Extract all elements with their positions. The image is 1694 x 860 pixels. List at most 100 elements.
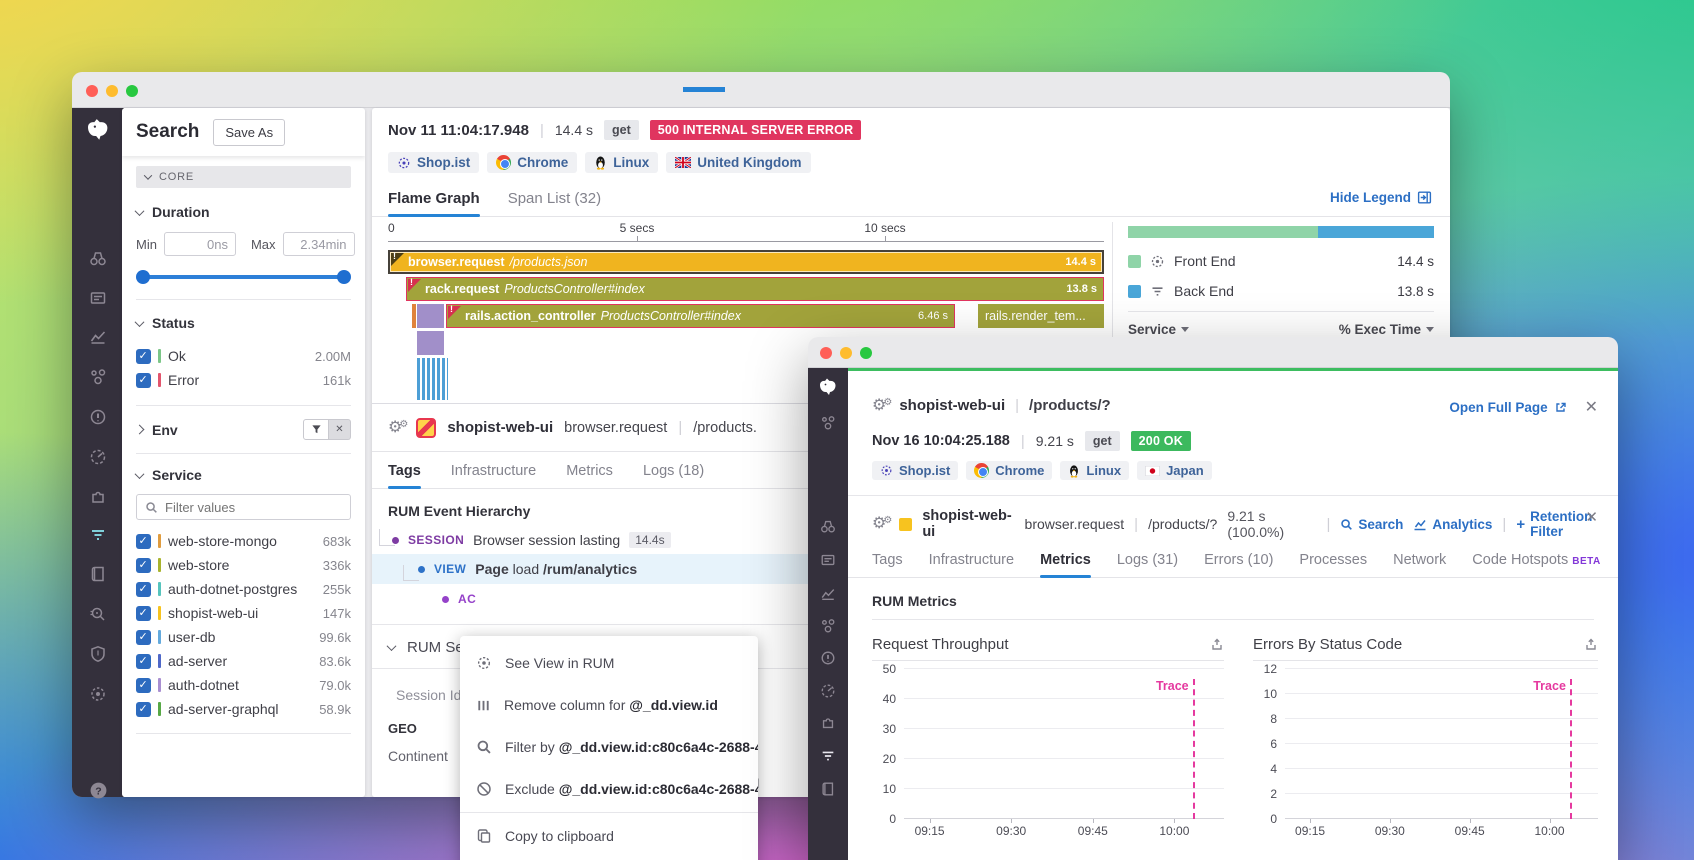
span-bar-action-controller[interactable]: ! rails.action_controller ProductsContro… [446,304,955,328]
security-shield-icon[interactable] [87,643,109,665]
span-bar-purple[interactable] [417,331,444,355]
error-tracking-icon[interactable] [87,406,109,428]
close-panel-icon[interactable]: ✕ [1585,397,1598,417]
checkbox-checked[interactable] [136,372,151,388]
gauge-icon[interactable] [87,446,109,468]
tab-infrastructure[interactable]: Infrastructure [929,552,1014,577]
gear-icon[interactable]: ⚙⚙ [872,516,892,532]
legend-row-back-end[interactable]: Back End 13.8 s [1128,283,1434,299]
facet-row-service[interactable]: shopist-web-ui 147k [136,601,351,625]
slider-handle-max[interactable] [337,270,351,284]
export-icon[interactable] [1584,637,1598,651]
watchdog-icon[interactable] [87,603,109,625]
checkbox-checked[interactable] [136,605,151,621]
watch-binoculars-icon[interactable] [87,247,109,269]
hide-legend-link[interactable]: Hide Legend [1330,190,1432,205]
facet-row-service[interactable]: auth-dotnet 79.0k [136,673,351,697]
span-bar-render-template[interactable]: rails.render_tem... [978,304,1104,328]
datadog-logo-icon[interactable] [83,116,113,151]
zoom-window-button[interactable] [126,85,138,97]
tab-span-list[interactable]: Span List (32) [508,190,601,216]
tab-logs[interactable]: Logs (18) [643,463,704,488]
duration-max-input[interactable] [282,232,355,256]
zoom-window-button[interactable] [860,347,872,359]
tab-tags[interactable]: Tags [388,463,421,489]
integrations-puzzle-icon[interactable] [817,712,839,734]
tag-country[interactable]: Japan [1137,461,1212,480]
cluster-icon[interactable] [817,615,839,637]
help-icon[interactable]: ? [87,779,109,801]
column-header-exec-time[interactable]: % Exec Time [1339,322,1421,337]
tag-country[interactable]: United Kingdom [666,152,811,173]
apm-traces-icon[interactable] [817,745,839,767]
menu-item-filter-by[interactable]: Filter by @_dd.view.id:c80c6a4c-2688-4ed [460,726,758,768]
facet-row-ok[interactable]: Ok 2.00M [136,344,351,368]
gauge-icon[interactable] [817,680,839,702]
facet-row-service[interactable]: web-store-mongo 683k [136,529,351,553]
search-button[interactable]: Search [1340,517,1403,532]
tag-linux[interactable]: Linux [1060,461,1130,480]
duration-slider[interactable] [136,270,351,284]
tag-shopist[interactable]: Shop.ist [872,461,959,480]
close-span-detail-icon[interactable]: ✕ [1585,508,1598,526]
tab-infrastructure[interactable]: Infrastructure [451,463,536,488]
close-window-button[interactable] [820,347,832,359]
tab-processes[interactable]: Processes [1299,552,1367,577]
facet-row-service[interactable]: ad-server 83.6k [136,649,351,673]
slider-handle-min[interactable] [136,270,150,284]
tab-metrics[interactable]: Metrics [566,463,613,488]
metrics-chart-icon[interactable] [817,583,839,605]
span-bar-purple[interactable] [417,304,444,328]
core-section-header[interactable]: CORE [136,166,351,188]
tab-metrics[interactable]: Metrics [1040,552,1091,578]
tag-chrome[interactable]: Chrome [966,461,1053,480]
checkbox-checked[interactable] [136,533,151,549]
span-bar-browser-request[interactable]: ! browser.request /products.json 14.4 s [388,250,1104,274]
checkbox-checked[interactable] [136,653,151,669]
minimize-window-button[interactable] [840,347,852,359]
menu-item-remove-column[interactable]: Remove column for @_dd.view.id [460,684,758,726]
cluster-icon[interactable] [817,412,839,434]
titlebar[interactable] [808,337,1618,368]
titlebar[interactable] [72,72,1450,108]
env-filter-button[interactable] [303,419,329,440]
facet-row-service[interactable]: web-store 336k [136,553,351,577]
events-list-icon[interactable] [87,287,109,309]
export-icon[interactable] [1210,637,1224,651]
tab-logs[interactable]: Logs (31) [1117,552,1178,577]
close-window-button[interactable] [86,85,98,97]
checkbox-checked[interactable] [136,581,151,597]
events-list-icon[interactable] [817,549,839,571]
cluster-icon[interactable] [87,366,109,388]
menu-item-see-view-in-rum[interactable]: See View in RUM [460,642,758,684]
minimize-window-button[interactable] [106,85,118,97]
integrations-puzzle-icon[interactable] [87,486,109,508]
tag-shopist[interactable]: Shop.ist [388,152,480,173]
rum-target-icon[interactable] [87,683,109,705]
notebook-icon[interactable] [817,778,839,800]
facet-row-service[interactable]: user-db 99.6k [136,625,351,649]
service-section-header[interactable]: Service [134,467,351,483]
tag-linux[interactable]: Linux [585,152,659,173]
notebook-icon[interactable] [87,563,109,585]
checkbox-checked[interactable] [136,629,151,645]
chart-plot-area[interactable]: 0 2 4 6 8 10 12 Trace [1253,662,1598,826]
facet-row-error[interactable]: Error 161k [136,368,351,392]
metrics-chart-icon[interactable] [87,326,109,348]
datadog-logo-icon[interactable] [816,376,840,405]
span-bar-rack-request[interactable]: ! rack.request ProductsController#index … [406,277,1104,301]
span-bar-small[interactable] [412,304,416,328]
legend-row-front-end[interactable]: Front End 14.4 s [1128,253,1434,269]
duration-section-header[interactable]: Duration [134,204,351,220]
tag-chrome[interactable]: Chrome [487,152,578,173]
open-full-page-link[interactable]: Open Full Page [1449,400,1566,415]
service-filter-input[interactable] [165,499,342,515]
error-tracking-icon[interactable] [817,647,839,669]
tab-code-hotspots[interactable]: Code Hotspots BETA [1472,552,1600,577]
checkbox-checked[interactable] [136,701,151,717]
duration-min-input[interactable] [163,232,236,256]
checkbox-checked[interactable] [136,677,151,693]
facet-row-service[interactable]: ad-server-graphql 58.9k [136,697,351,721]
env-section-header[interactable]: Env ✕ [134,419,351,440]
column-header-service[interactable]: Service [1128,322,1176,337]
